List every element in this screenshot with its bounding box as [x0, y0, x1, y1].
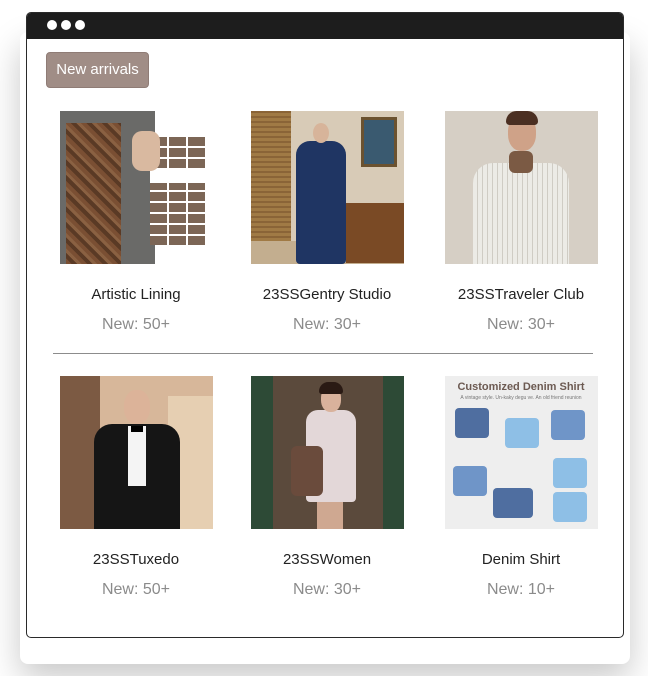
shirt-icon — [492, 488, 533, 518]
collection-card-traveler-club[interactable]: 23SSTraveler Club New: 30+ — [426, 111, 616, 334]
collection-name[interactable]: Denim Shirt — [426, 551, 616, 569]
collection-image[interactable] — [250, 111, 404, 264]
shirt-icon — [504, 418, 539, 448]
section-divider — [53, 353, 593, 354]
collection-name[interactable]: 23SSWomen — [232, 551, 422, 569]
desk — [345, 203, 404, 263]
collection-name[interactable]: 23SSTuxedo — [41, 551, 231, 569]
collection-card-denim-shirt[interactable]: Customized Denim Shirt A vintage style. … — [426, 376, 616, 599]
shirt-icon — [552, 492, 587, 522]
shirt-icon — [452, 466, 487, 496]
collection-card-artistic-lining[interactable]: Artistic Lining New: 50+ — [41, 111, 231, 334]
window-titlebar — [27, 13, 623, 39]
window-dot-icon[interactable] — [47, 20, 57, 30]
model-head — [312, 123, 329, 143]
model-scarf — [508, 151, 533, 173]
collection-count: New: 10+ — [486, 581, 556, 598]
model-legs — [316, 500, 343, 529]
collection-name[interactable]: Artistic Lining — [41, 286, 231, 304]
shirt-icon — [552, 458, 587, 488]
collection-image[interactable] — [59, 111, 213, 264]
collection-count: New: 50+ — [101, 316, 171, 333]
model-hair — [505, 111, 538, 125]
model-striped-jacket — [472, 163, 569, 264]
travel-bag — [290, 446, 323, 496]
collection-name[interactable]: 23SSTraveler Club — [426, 286, 616, 304]
collection-name[interactable]: 23SSGentry Studio — [232, 286, 422, 304]
collection-image[interactable]: Customized Denim Shirt A vintage style. … — [444, 376, 598, 529]
shirt-icon — [550, 410, 585, 440]
collection-count: New: 30+ — [486, 316, 556, 333]
collection-count: New: 30+ — [292, 316, 362, 333]
hand-shape — [131, 131, 160, 171]
model-head — [123, 390, 150, 424]
model-hair — [318, 382, 343, 394]
thumb-subtitle: A vintage style. Un-kaky degu ve. An old… — [460, 395, 582, 401]
collection-card-tuxedo[interactable]: 23SSTuxedo New: 50+ — [41, 376, 231, 599]
bow-tie — [130, 426, 143, 432]
collection-image[interactable] — [250, 376, 404, 529]
new-arrivals-button[interactable]: New arrivals — [46, 52, 149, 88]
window-dot-icon[interactable] — [61, 20, 71, 30]
collection-image[interactable] — [59, 376, 213, 529]
model-shirt — [127, 426, 146, 486]
collection-image[interactable] — [444, 111, 598, 264]
thumb-title: Customized Denim Shirt — [457, 381, 585, 393]
lining-pattern — [65, 123, 121, 264]
model-navy-suit — [295, 141, 346, 264]
window-dot-icon[interactable] — [75, 20, 85, 30]
collection-card-gentry-studio[interactable]: 23SSGentry Studio New: 30+ — [232, 111, 422, 334]
wall-frame — [360, 117, 397, 167]
window-blind — [250, 111, 291, 241]
collection-card-women[interactable]: 23SSWomen New: 30+ — [232, 376, 422, 599]
shirt-icon — [454, 408, 489, 438]
browser-window: New arrivals Artistic Lining New: 50+ 23… — [26, 12, 624, 638]
collection-count: New: 30+ — [292, 581, 362, 598]
collection-count: New: 50+ — [101, 581, 171, 598]
